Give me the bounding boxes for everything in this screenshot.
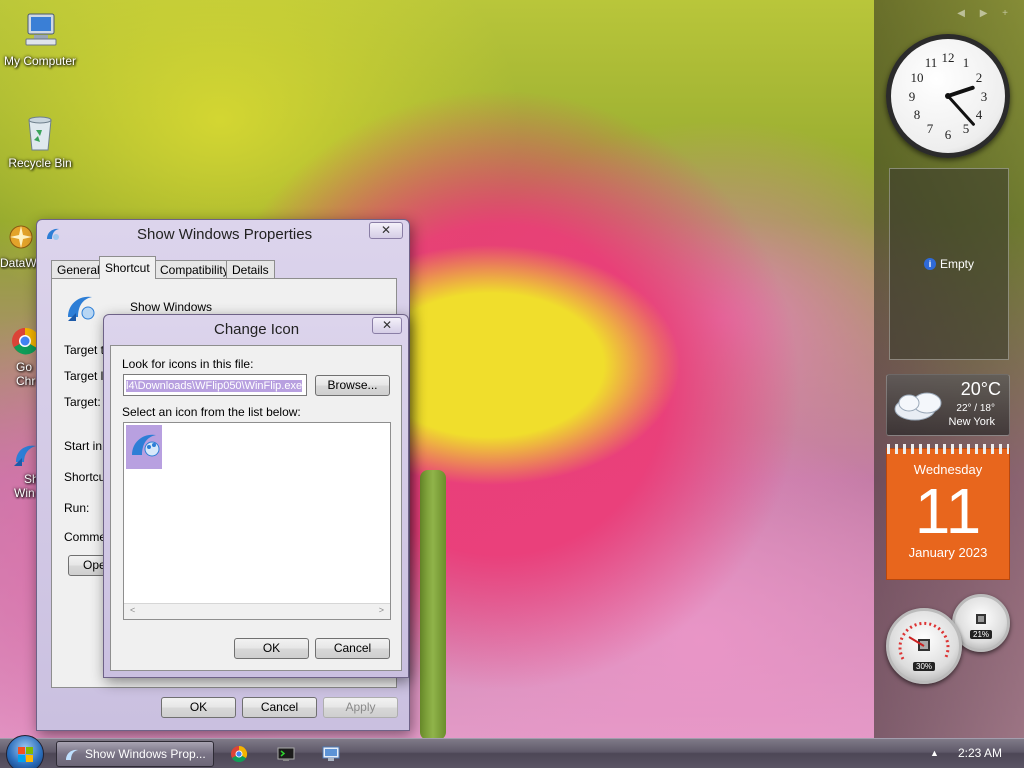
icon-file-path-input[interactable]: l4\Downloads\WFlip050\WinFlip.exe [123, 374, 307, 396]
desktop-icon-label: Go [16, 360, 33, 374]
icon-file-path-value: l4\Downloads\WFlip050\WinFlip.exe [126, 380, 303, 392]
svg-text:4: 4 [976, 107, 983, 122]
show-hidden-icons-icon[interactable]: ▲ [930, 748, 939, 758]
label-target-type: Target t [64, 343, 105, 357]
recycle-bin-icon [28, 116, 52, 151]
label-shortcut-key: Shortcut [64, 470, 109, 484]
tab-general[interactable]: General [51, 260, 106, 279]
clock-gadget[interactable]: 12 1 2 345 678 9 10 11 [886, 34, 1010, 158]
scroll-right-icon[interactable]: > [379, 605, 384, 615]
taskbar: Show Windows Prop... ▲ 2:23 AM [0, 735, 1024, 768]
show-windows-small-icon [66, 749, 78, 760]
windows-logo-icon [18, 747, 33, 762]
svg-text:10: 10 [911, 70, 924, 85]
properties-cancel-button[interactable]: Cancel [242, 697, 317, 718]
label-run: Run: [64, 501, 90, 515]
flower-stem [420, 470, 446, 738]
browse-button[interactable]: Browse... [315, 375, 390, 396]
change-icon-body: Look for icons in this file: l4\Download… [110, 345, 402, 671]
icon-list-item-selected[interactable] [126, 425, 162, 469]
show-desktop-icon[interactable] [322, 745, 340, 763]
tab-shortcut[interactable]: Shortcut [99, 256, 156, 279]
clock-minute-hand [946, 94, 975, 126]
computer-icon [25, 13, 57, 46]
weather-temperature: 20°C [960, 379, 1001, 399]
calendar-rings [887, 444, 1009, 454]
desktop-icon-label: My Computer [3, 54, 77, 68]
svg-text:3: 3 [981, 89, 988, 104]
memory-chip-icon [976, 614, 986, 624]
desktop-icon-dataw[interactable]: DataW [0, 222, 40, 270]
svg-text:12: 12 [942, 50, 955, 65]
properties-ok-button[interactable]: OK [161, 697, 236, 718]
svg-text:9: 9 [909, 89, 916, 104]
properties-apply-button[interactable]: Apply [323, 697, 398, 718]
taskbar-button-show-windows-properties[interactable]: Show Windows Prop... [56, 741, 214, 767]
weather-range: 22° / 18° [956, 403, 995, 414]
icon-list-hscrollbar[interactable]: < > [124, 603, 390, 619]
sidebar-nav-arrows[interactable]: ◀ ▶ + [957, 8, 1014, 19]
svg-text:2: 2 [976, 70, 983, 85]
cloud-icon [894, 392, 942, 421]
shortcut-name: Show Windows [130, 300, 213, 314]
properties-close-button[interactable]: ✕ [369, 222, 403, 239]
change-icon-ok-button[interactable]: OK [234, 638, 309, 659]
icon-list[interactable]: < > [123, 422, 391, 620]
label-target: Target: [64, 395, 101, 409]
label-start-in: Start in: [64, 439, 106, 453]
svg-text:1: 1 [963, 55, 970, 70]
desktop-icon-label-line2: Chr [16, 374, 36, 388]
svg-text:8: 8 [914, 107, 921, 122]
desktop-icon-recycle-bin[interactable]: Recycle Bin [0, 112, 80, 170]
change-icon-title: Change Icon [214, 321, 300, 338]
select-icon-label: Select an icon from the list below: [122, 405, 301, 419]
weather-gadget[interactable]: 20°C 22° / 18° New York [886, 374, 1010, 436]
calendar-day: 11 [914, 475, 982, 547]
desktop-icon-my-computer[interactable]: My Computer [0, 10, 80, 68]
tab-compatibility[interactable]: Compatibility [154, 260, 235, 279]
slideshow-empty-text: Empty [939, 257, 974, 271]
terminal-icon[interactable] [277, 745, 295, 763]
calendar-gadget[interactable]: Wednesday 11 January 2023 [886, 444, 1010, 580]
tab-details[interactable]: Details [226, 260, 275, 279]
taskbar-button-label: Show Windows Prop... [85, 747, 206, 761]
shortcut-app-icon [68, 296, 95, 321]
clock-dial: 12 12 345 678 91011 [909, 50, 988, 142]
weather-city: New York [948, 416, 995, 428]
change-icon-window: Change Icon ✕ Look for icons in this fil… [103, 314, 409, 678]
desktop-icon-label: DataW [0, 256, 37, 270]
start-button[interactable] [6, 735, 44, 768]
change-icon-close-button[interactable]: ✕ [372, 317, 402, 334]
desktop-icon-show-windows[interactable]: Sh Win [0, 440, 40, 500]
change-icon-cancel-button[interactable]: Cancel [315, 638, 390, 659]
app-icon [9, 225, 33, 249]
calendar-month-year: January 2023 [908, 545, 988, 560]
memory-percent: 21% [969, 630, 993, 639]
cpu-meter[interactable]: 30% [886, 608, 962, 684]
windows-sidebar: ◀ ▶ + 12 1 2 345 678 9 10 11 i Empty 20°C 22… [874, 0, 1024, 738]
svg-text:5: 5 [963, 121, 970, 136]
desktop-icon-label: Recycle Bin [8, 156, 72, 170]
properties-title: Show Windows Properties [137, 226, 313, 243]
chrome-icon[interactable] [230, 745, 248, 763]
desktop-icon-label: Sh [24, 472, 39, 486]
info-icon: i [923, 258, 936, 270]
taskbar-clock[interactable]: 2:23 AM [958, 746, 1002, 760]
svg-text:11: 11 [925, 55, 938, 70]
winflip-icon [132, 434, 160, 457]
clock-hour-hand [946, 85, 975, 98]
show-windows-small-icon [47, 228, 59, 240]
svg-text:6: 6 [945, 127, 952, 142]
desktop-icon-google-chrome[interactable]: Go Chr [0, 326, 40, 388]
properties-titlebar[interactable]: Show Windows Properties ✕ [37, 220, 409, 248]
look-for-icons-label: Look for icons in this file: [122, 357, 254, 371]
cpu-percent: 30% [912, 662, 936, 671]
change-icon-titlebar[interactable]: Change Icon ✕ [104, 315, 408, 343]
scroll-left-icon[interactable]: < [130, 605, 135, 615]
slideshow-gadget[interactable]: i Empty [889, 168, 1009, 360]
desktop-icon-label-line2: Win [14, 486, 35, 500]
svg-text:7: 7 [927, 121, 934, 136]
